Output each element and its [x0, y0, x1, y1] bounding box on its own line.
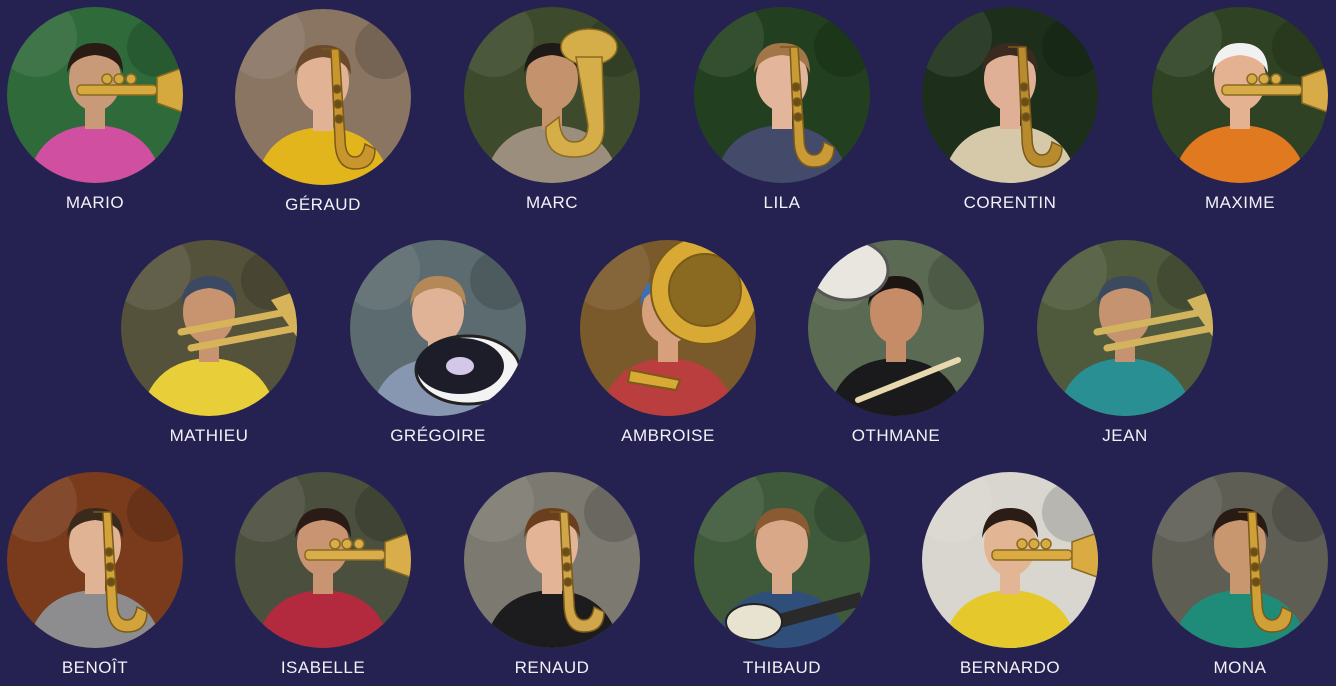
member-photo	[1152, 7, 1328, 183]
member-name: GRÉGOIRE	[390, 426, 486, 445]
member-name: BENOÎT	[61, 658, 129, 677]
member-name: CORENTIN	[963, 193, 1057, 212]
member-card: GRÉGOIRE	[350, 240, 526, 446]
member-photo	[350, 240, 526, 416]
member-name: MARIO	[65, 193, 125, 212]
member-name: LILA	[763, 193, 801, 212]
member-photo	[694, 7, 870, 183]
member-card: MONA	[1152, 472, 1328, 678]
member-photo	[7, 7, 183, 183]
member-name: BERNARDO	[959, 658, 1061, 677]
member-photo	[694, 472, 870, 648]
member-photo	[235, 472, 411, 648]
member-card: THIBAUD	[694, 472, 870, 678]
member-photo	[808, 240, 984, 416]
member-photo	[922, 7, 1098, 183]
member-card: ISABELLE	[235, 472, 411, 678]
member-name: THIBAUD	[742, 658, 822, 677]
member-photo	[580, 240, 756, 416]
member-card: MAXIME	[1152, 7, 1328, 213]
member-card: JEAN	[1037, 240, 1213, 446]
member-card: OTHMANE	[808, 240, 984, 446]
member-name: GÉRAUD	[285, 195, 361, 214]
member-card: MATHIEU	[121, 240, 297, 446]
member-name: MONA	[1213, 658, 1267, 677]
member-name: OTHMANE	[851, 426, 941, 445]
member-card: CORENTIN	[922, 7, 1098, 213]
member-name: MARC	[525, 193, 579, 212]
member-name: ISABELLE	[280, 658, 366, 677]
member-photo	[7, 472, 183, 648]
member-photo	[464, 7, 640, 183]
member-card: GÉRAUD	[235, 9, 411, 215]
member-name: RENAUD	[514, 658, 590, 677]
member-name: JEAN	[1102, 426, 1148, 445]
member-card: BERNARDO	[922, 472, 1098, 678]
member-name: AMBROISE	[621, 426, 715, 445]
member-card: LILA	[694, 7, 870, 213]
member-photo	[235, 9, 411, 185]
member-card: AMBROISE	[580, 240, 756, 446]
member-card: RENAUD	[464, 472, 640, 678]
member-photo	[1152, 472, 1328, 648]
member-photo	[922, 472, 1098, 648]
member-photo	[464, 472, 640, 648]
member-card: MARIO	[7, 7, 183, 213]
member-photo	[121, 240, 297, 416]
member-photo	[1037, 240, 1213, 416]
member-name: MAXIME	[1204, 193, 1276, 212]
member-card: BENOÎT	[7, 472, 183, 678]
member-name: MATHIEU	[169, 426, 249, 445]
member-card: MARC	[464, 7, 640, 213]
